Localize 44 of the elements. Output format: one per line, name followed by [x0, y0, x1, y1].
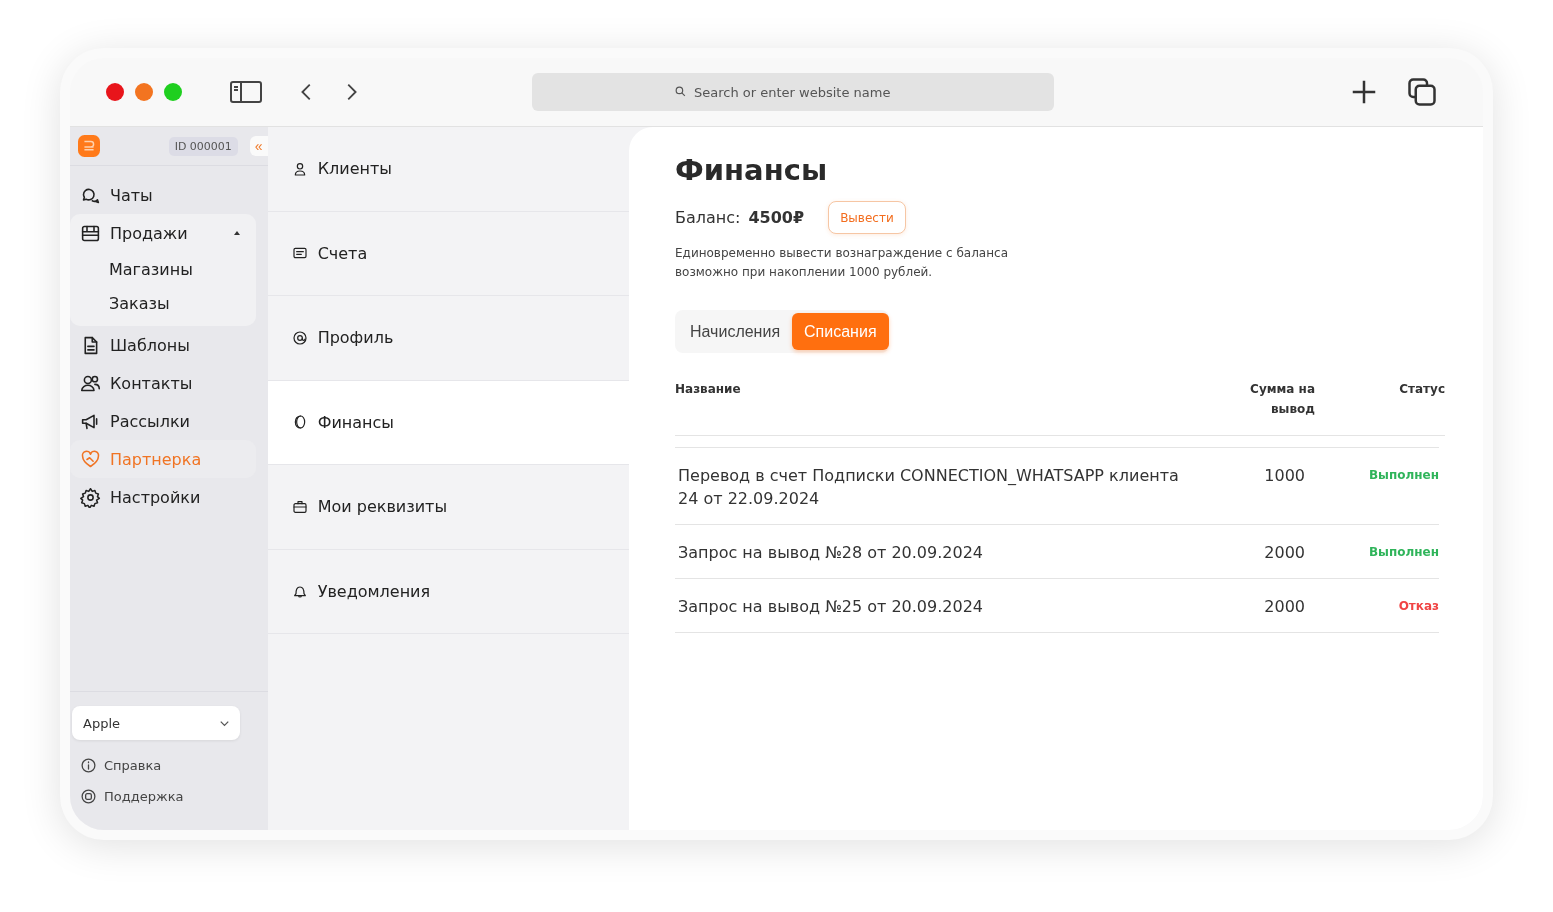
- nav-item[interactable]: Настройки: [70, 478, 256, 516]
- company-select[interactable]: Apple: [72, 706, 240, 740]
- table-cell-text: Запрос на вывод №25 от 20.09.2024: [678, 596, 985, 618]
- status-label: Выполнен: [1367, 467, 1439, 484]
- status-label: Отказ: [1397, 598, 1439, 615]
- heart-icon: [80, 448, 101, 470]
- nav-subitem[interactable]: Магазины: [70, 252, 256, 286]
- table-cell-text: 2000: [1263, 542, 1306, 564]
- nav-item[interactable]: Рассылки: [70, 402, 256, 440]
- column-header: Название: [675, 381, 742, 398]
- lifebuoy-icon: [80, 788, 97, 805]
- table-cell-text: 2000: [1263, 596, 1306, 618]
- account-id: ID 000001: [168, 136, 238, 156]
- search-icon: [674, 85, 687, 98]
- nav-item[interactable]: Чаты: [70, 176, 256, 214]
- nav-subitem[interactable]: Заказы: [70, 286, 256, 320]
- footer-link[interactable]: Поддержка: [72, 781, 184, 812]
- table-cell-text: Перевод в счет Подписки CONNECTION_WHATSAPP клиента 24 от 22.09.2024: [678, 465, 1180, 510]
- balance-label: Баланс:: [675, 208, 741, 227]
- tabs-overview-icon[interactable]: [1407, 77, 1437, 107]
- settings-menu-item[interactable]: Финансы: [267, 380, 629, 465]
- logo-icon: [78, 135, 100, 157]
- at-icon: [291, 329, 308, 346]
- close-icon[interactable]: [106, 83, 124, 101]
- table-cell-text: 1000: [1263, 465, 1306, 487]
- column-header: Сумма на вывод: [1249, 381, 1315, 418]
- tab[interactable]: Начисления: [678, 313, 793, 350]
- column-header: Статус: [1398, 381, 1445, 398]
- status-label: Выполнен: [1367, 544, 1439, 561]
- info-icon: [80, 757, 97, 774]
- balance-value: 4500₽: [748, 208, 805, 227]
- nav-item[interactable]: Шаблоны: [70, 326, 256, 364]
- withdraw-note: Единовременно вывести вознаграждение с баланса возможно при накоплении 1000 рублей.: [675, 245, 1009, 281]
- table-cell-text: Запрос на вывод №28 от 20.09.2024: [678, 542, 985, 564]
- briefcase-icon: [291, 498, 308, 515]
- settings-icon: [80, 486, 101, 508]
- minimize-icon[interactable]: [135, 83, 153, 101]
- footer-link[interactable]: Справка: [72, 750, 162, 781]
- page-title: Финансы: [675, 153, 829, 187]
- bell-icon: [291, 583, 308, 600]
- nav-item[interactable]: Контакты: [70, 364, 256, 402]
- sidebar-toggle-icon[interactable]: [230, 80, 262, 104]
- address-bar[interactable]: Search or enter website name: [532, 73, 1054, 111]
- nav-item[interactable]: Продажи: [70, 214, 256, 252]
